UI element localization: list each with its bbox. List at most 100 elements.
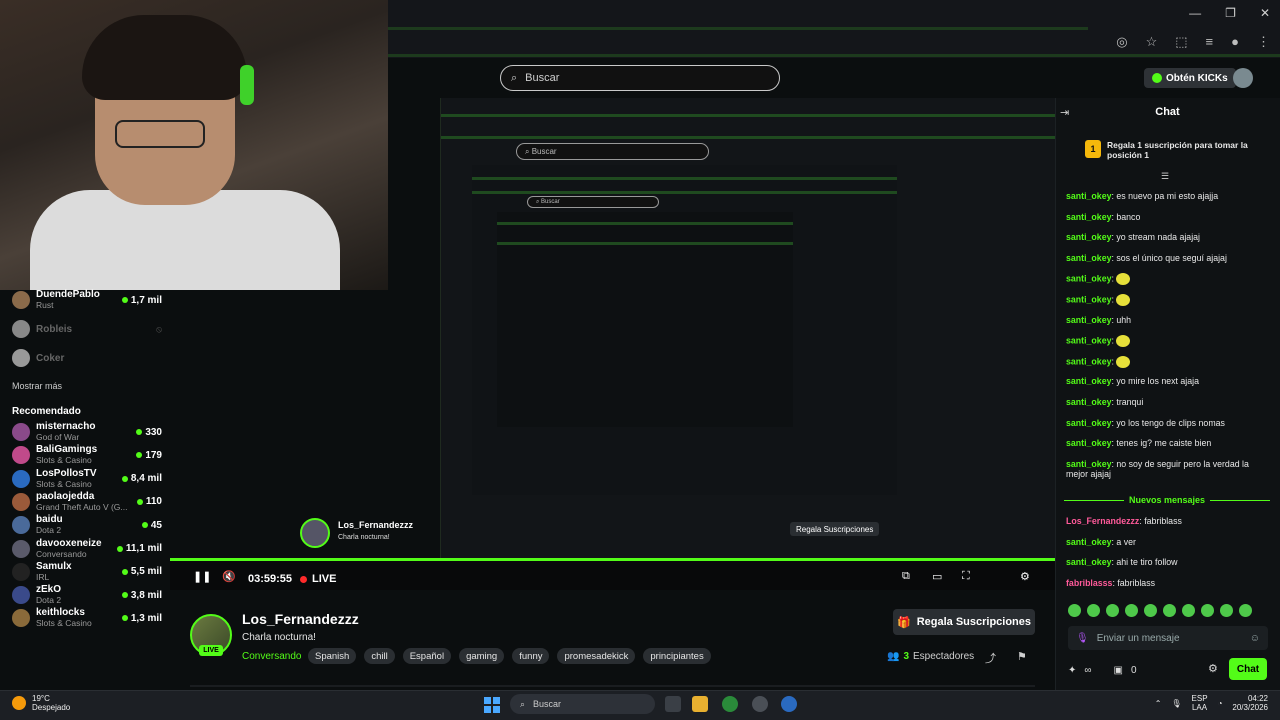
chat-input[interactable]: 🎙 Enviar un mensaje ☺ — [1068, 626, 1268, 650]
sidebar-item-robleis[interactable]: Robleis ⦸ — [12, 316, 162, 342]
weather-widget[interactable]: 19°C Despejado — [12, 694, 70, 712]
emote-icon[interactable] — [1087, 604, 1100, 617]
chat-username[interactable]: santi_okey — [1066, 557, 1111, 567]
chat-username[interactable]: santi_okey — [1066, 335, 1111, 345]
chat-username[interactable]: santi_okey — [1066, 537, 1111, 547]
chat-username[interactable]: santi_okey — [1066, 459, 1111, 469]
file-explorer-icon[interactable] — [692, 696, 708, 712]
chat-username[interactable]: santi_okey — [1066, 294, 1111, 304]
settings-icon[interactable]: ⚙ — [1020, 570, 1030, 583]
pip-icon[interactable]: ⧉ — [902, 570, 910, 583]
menu-icon[interactable]: ⋮ — [1257, 34, 1270, 50]
taskbar-search[interactable]: ⌕ Buscar — [510, 694, 655, 714]
sidebar-item-recommended[interactable]: misternacho God of War 330 — [12, 419, 162, 445]
chat-username[interactable]: santi_okey — [1066, 232, 1111, 242]
more-options-icon[interactable]: ⚑ — [1017, 650, 1027, 663]
stream-tag[interactable]: Español — [402, 648, 452, 664]
emote-icon[interactable] — [1068, 604, 1081, 617]
stream-tag[interactable]: funny — [512, 648, 550, 664]
channel-name: Coker — [36, 352, 65, 364]
chat-username[interactable]: Los_Fernandezzz — [1066, 516, 1139, 526]
language-indicator[interactable]: ESP LAA — [1192, 694, 1208, 712]
sidebar-item-recommended[interactable]: keithlocks Slots & Casino 1,3 mil — [12, 605, 162, 631]
search-input[interactable]: ⌕ Buscar — [500, 65, 780, 91]
get-kicks-button[interactable]: Obtén KICKs — [1144, 68, 1236, 88]
points-icon[interactable]: ✦ — [1068, 665, 1076, 676]
star-icon[interactable]: ☆ — [1146, 34, 1158, 50]
sidebar-item-recommended[interactable]: baidu Dota 2 45 — [12, 512, 162, 538]
sidebar-item-recommended[interactable]: davooxeneize Conversando 11,1 mil — [12, 536, 162, 562]
fullscreen-icon[interactable]: ⛶ — [962, 570, 970, 583]
mic-icon[interactable]: 🎙 — [1171, 699, 1181, 708]
chat-username[interactable]: santi_okey — [1066, 356, 1111, 366]
send-chat-button[interactable]: Chat — [1229, 658, 1267, 680]
sidebar-item-recommended[interactable]: BaliGamings Slots & Casino 179 — [12, 442, 162, 468]
expand-icon[interactable]: ☰ — [1161, 171, 1169, 182]
minimize-icon[interactable]: — — [1189, 6, 1201, 20]
chat-username[interactable]: santi_okey — [1066, 376, 1111, 386]
emote-icon[interactable] — [1220, 604, 1233, 617]
sidebar-item-recommended[interactable]: LosPollosTV Slots & Casino 8,4 mil — [12, 466, 162, 492]
emoji-icon[interactable]: ☺ — [1250, 633, 1260, 644]
gift-icon[interactable]: ▣ — [1114, 665, 1123, 676]
network-icon[interactable]: ◔ — [1218, 699, 1223, 708]
stream-tag[interactable]: principiantes — [643, 648, 711, 664]
clock[interactable]: 04:22 20/3/2026 — [1232, 694, 1268, 712]
maximize-icon[interactable]: ❐ — [1225, 6, 1236, 20]
sidebar-item-recommended[interactable]: paolaojedda Grand Theft Auto V (G... 110 — [12, 489, 162, 515]
chat-username[interactable]: santi_okey — [1066, 253, 1111, 263]
sidebar-item-text: keithlocks Slots & Casino — [36, 607, 116, 629]
chrome-icon[interactable] — [722, 696, 738, 712]
gift-subs-button[interactable]: 🎁 Regala Suscripciones — [893, 609, 1035, 635]
chat-username[interactable]: santi_okey — [1066, 438, 1111, 448]
app-icon[interactable] — [781, 696, 797, 712]
chat-username[interactable]: santi_okey — [1066, 274, 1111, 284]
mirrored-avatar — [300, 518, 330, 548]
emote-icon[interactable] — [1163, 604, 1176, 617]
stream-tag[interactable]: chill — [364, 648, 395, 664]
chat-username[interactable]: santi_okey — [1066, 191, 1111, 201]
mute-icon[interactable]: 🔇 — [222, 570, 236, 583]
chat-settings-icon[interactable]: ⚙ — [1208, 662, 1218, 675]
sidebar-item-recommended[interactable]: Samulx IRL 5,5 mil — [12, 559, 162, 585]
pinned-gift-banner[interactable]: 1 Regala 1 suscripción para tomar la pos… — [1085, 140, 1260, 160]
viewers-label: Espectadores — [913, 651, 975, 662]
stream-category[interactable]: Conversando — [242, 651, 301, 662]
emote-icon[interactable] — [1201, 604, 1214, 617]
chat-username[interactable]: santi_okey — [1066, 397, 1111, 407]
chat-message: santi_okey: sos el único que seguí ajaja… — [1066, 252, 1227, 263]
chat-username[interactable]: santi_okey — [1066, 212, 1111, 222]
theater-icon[interactable]: ▭ — [932, 570, 942, 583]
emote-icon[interactable] — [1125, 604, 1138, 617]
sidebar-item-duendepablo[interactable]: DuendePablo Rust 1,7 mil — [12, 287, 162, 313]
sidebar-item-recommended[interactable]: zEkO Dota 2 3,8 mil — [12, 582, 162, 608]
sidebar-item-coker[interactable]: Coker — [12, 345, 162, 371]
extensions-icon[interactable]: ⬚ — [1175, 34, 1187, 50]
streamer-name[interactable]: Los_Fernandezzz — [242, 611, 359, 627]
stream-tag[interactable]: Spanish — [308, 648, 357, 664]
pause-icon[interactable]: ❚❚ — [193, 570, 211, 583]
show-more-link[interactable]: Mostrar más — [12, 381, 62, 391]
emote-icon[interactable] — [1239, 604, 1252, 617]
task-view-icon[interactable] — [665, 696, 681, 712]
close-icon[interactable]: ✕ — [1260, 6, 1270, 20]
chat-username[interactable]: santi_okey — [1066, 418, 1111, 428]
start-icon[interactable] — [484, 697, 500, 713]
chat-message: santi_okey: banco — [1066, 211, 1141, 222]
profile-icon[interactable]: ● — [1231, 34, 1239, 50]
mic-icon[interactable]: 🎙 — [1076, 633, 1089, 644]
stream-tag[interactable]: gaming — [459, 648, 505, 664]
emote-icon[interactable] — [1106, 604, 1119, 617]
emote-icon[interactable] — [1182, 604, 1195, 617]
user-avatar[interactable] — [1233, 68, 1253, 88]
media-icon[interactable]: ≡ — [1206, 34, 1214, 50]
chevron-up-icon[interactable]: ⌃ — [1155, 699, 1162, 708]
emote-icon[interactable] — [1144, 604, 1157, 617]
share-icon[interactable]: ⤴ — [985, 650, 996, 666]
stream-tag[interactable]: promesadekick — [557, 648, 636, 664]
eye-off-icon[interactable]: ◎ — [1116, 34, 1127, 50]
chat-username[interactable]: santi_okey — [1066, 315, 1111, 325]
progress-bar[interactable] — [170, 558, 1055, 561]
chat-username[interactable]: fabriblasss — [1066, 578, 1112, 588]
obs-icon[interactable] — [752, 696, 768, 712]
